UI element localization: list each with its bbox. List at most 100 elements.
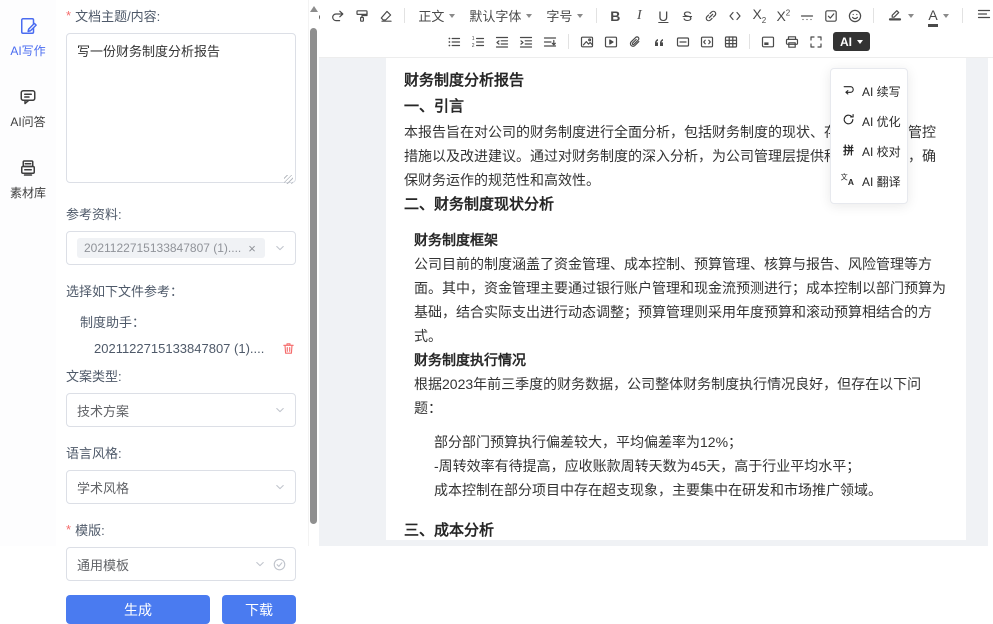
nav-item-label: AI写作: [10, 42, 45, 59]
ai-continue-icon: [841, 82, 856, 100]
doc-paragraph: 根据2023年前三季度的财务数据，公司整体财务制度执行情况良好，但存在以下问题：: [414, 372, 946, 420]
paragraph-dropdown[interactable]: 正文: [411, 4, 462, 27]
topic-input-wrap: 写一份财务制度分析报告: [66, 33, 296, 188]
strikethrough-icon[interactable]: S: [675, 4, 699, 27]
menu-item-label: AI 续写: [862, 83, 901, 100]
horizontal-rule-icon[interactable]: [795, 4, 819, 27]
reference-label: 参考资料:: [66, 204, 296, 223]
indent-icon[interactable]: [514, 30, 538, 53]
subscript-icon[interactable]: X2: [747, 4, 771, 27]
image-icon[interactable]: [575, 30, 599, 53]
outdent-icon[interactable]: [490, 30, 514, 53]
caret-down-icon: [857, 40, 863, 44]
align-dropdown[interactable]: [969, 4, 993, 27]
clear-format-icon[interactable]: [374, 4, 398, 27]
emoji-icon[interactable]: [843, 4, 867, 27]
inline-code-icon[interactable]: [723, 4, 747, 27]
print-icon[interactable]: [780, 30, 804, 53]
caret-down-icon: [943, 14, 949, 18]
chevron-down-icon: [253, 557, 267, 571]
italic-icon[interactable]: I: [627, 4, 651, 27]
code-block-icon[interactable]: [695, 30, 719, 53]
bullet-list-icon[interactable]: [442, 30, 466, 53]
format-painter-icon[interactable]: [350, 4, 374, 27]
doc-paragraph: 成本控制在部分项目中存在超支现象，主要集中在研发和市场推广领域。: [434, 478, 946, 502]
topic-textarea[interactable]: 写一份财务制度分析报告: [66, 33, 296, 183]
editor-canvas: 财务制度分析报告一、引言本报告旨在对公司的财务制度进行全面分析，包括财务制度的现…: [319, 58, 993, 546]
menu-item-ai-translate[interactable]: 文AAI 翻译: [831, 166, 907, 196]
file-row: 2021122715133847807 (1)....: [94, 341, 296, 356]
highlight-icon: [887, 6, 903, 25]
chevron-down-icon: [273, 403, 287, 417]
font-color-icon: A: [928, 8, 937, 23]
nav-rail: AI写作 AI问答素材库: [0, 0, 56, 546]
font-color-dropdown[interactable]: A: [921, 4, 955, 27]
doc-type-label: 文案类型:: [66, 366, 296, 385]
caret-down-icon: [526, 14, 532, 18]
toolbar-separator: [873, 8, 874, 23]
redo-icon[interactable]: [326, 4, 350, 27]
nav-item-chat[interactable]: AI问答: [10, 87, 45, 130]
panel-scrollbar[interactable]: [308, 0, 319, 546]
ai-optimize-icon: [841, 112, 856, 130]
template-label: 模版:: [66, 520, 296, 539]
style-select[interactable]: 学术风格: [66, 470, 296, 504]
superscript-icon[interactable]: X2: [771, 4, 795, 27]
size-dropdown[interactable]: 字号: [539, 4, 590, 27]
doc-heading: 三、成本分析: [404, 518, 946, 540]
close-icon[interactable]: ×: [248, 242, 256, 255]
menu-item-ai-optimize[interactable]: AI 优化: [831, 106, 907, 136]
align-icon: [976, 6, 992, 25]
bold-icon[interactable]: B: [603, 4, 627, 27]
font-dropdown[interactable]: 默认字体: [462, 4, 539, 27]
svg-text:1: 1: [472, 36, 475, 42]
divider-icon[interactable]: [671, 30, 695, 53]
task-list-icon[interactable]: [819, 4, 843, 27]
file-name: 2021122715133847807 (1)....: [94, 341, 264, 356]
line-spacing-icon[interactable]: [538, 30, 562, 53]
generate-button[interactable]: 生成: [66, 595, 210, 624]
fullscreen-icon[interactable]: [804, 30, 828, 53]
link-icon[interactable]: [699, 4, 723, 27]
table-icon[interactable]: [719, 30, 743, 53]
nav-item-library[interactable]: 素材库: [10, 158, 46, 201]
toolbar-separator: [568, 34, 569, 49]
topic-label: 文档主题/内容:: [66, 6, 296, 25]
video-icon[interactable]: [599, 30, 623, 53]
ai-dropdown-menu: AI 续写 AI 优化拼AI 校对文AAI 翻译: [830, 68, 908, 204]
svg-text:文: 文: [841, 173, 848, 182]
highlight-dropdown[interactable]: [880, 4, 921, 27]
nav-item-write[interactable]: AI写作: [10, 16, 45, 59]
toolbar-separator: [749, 34, 750, 49]
doc-heading: 财务制度框架: [414, 228, 946, 252]
doc-paragraph: 部分部门预算执行偏差较大，平均偏差率为12%；: [434, 430, 946, 454]
ordered-list-icon[interactable]: 12: [466, 30, 490, 53]
ai-translate-icon: 文A: [841, 172, 856, 190]
svg-text:拼: 拼: [843, 144, 854, 157]
quote-icon[interactable]: [647, 30, 671, 53]
scroll-up-arrow-icon[interactable]: [310, 6, 318, 12]
attachment-icon[interactable]: [623, 30, 647, 53]
ai-writer-form-panel: 文档主题/内容: 写一份财务制度分析报告 参考资料: 2021122715133…: [56, 0, 308, 546]
chevron-down-icon: [273, 241, 287, 255]
ai-menu-button[interactable]: AI: [833, 32, 870, 51]
doc-paragraph: 公司目前的制度涵盖了资金管理、成本控制、预算管理、核算与报告、风险管理等方面。其…: [414, 252, 946, 348]
doc-type-select[interactable]: 技术方案: [66, 393, 296, 427]
trash-icon[interactable]: [281, 341, 296, 356]
scrollbar-thumb[interactable]: [310, 28, 317, 524]
menu-item-ai-proofread[interactable]: 拼AI 校对: [831, 136, 907, 166]
caret-down-icon: [908, 14, 914, 18]
resize-handle-icon[interactable]: [284, 175, 293, 184]
nav-item-label: 素材库: [10, 184, 46, 201]
style-label: 语言风格:: [66, 443, 296, 462]
reference-tag[interactable]: 2021122715133847807 (1).... ×: [77, 238, 265, 258]
check-circle-icon: [267, 557, 287, 572]
editor-right-strip: [988, 58, 993, 546]
template-select[interactable]: 通用模板: [66, 547, 296, 581]
menu-item-ai-continue[interactable]: AI 续写: [831, 76, 907, 106]
download-button[interactable]: 下载: [222, 595, 296, 624]
frame-icon[interactable]: [756, 30, 780, 53]
underline-icon[interactable]: U: [651, 4, 675, 27]
reference-select[interactable]: 2021122715133847807 (1).... ×: [66, 231, 296, 265]
library-icon: [18, 158, 38, 181]
